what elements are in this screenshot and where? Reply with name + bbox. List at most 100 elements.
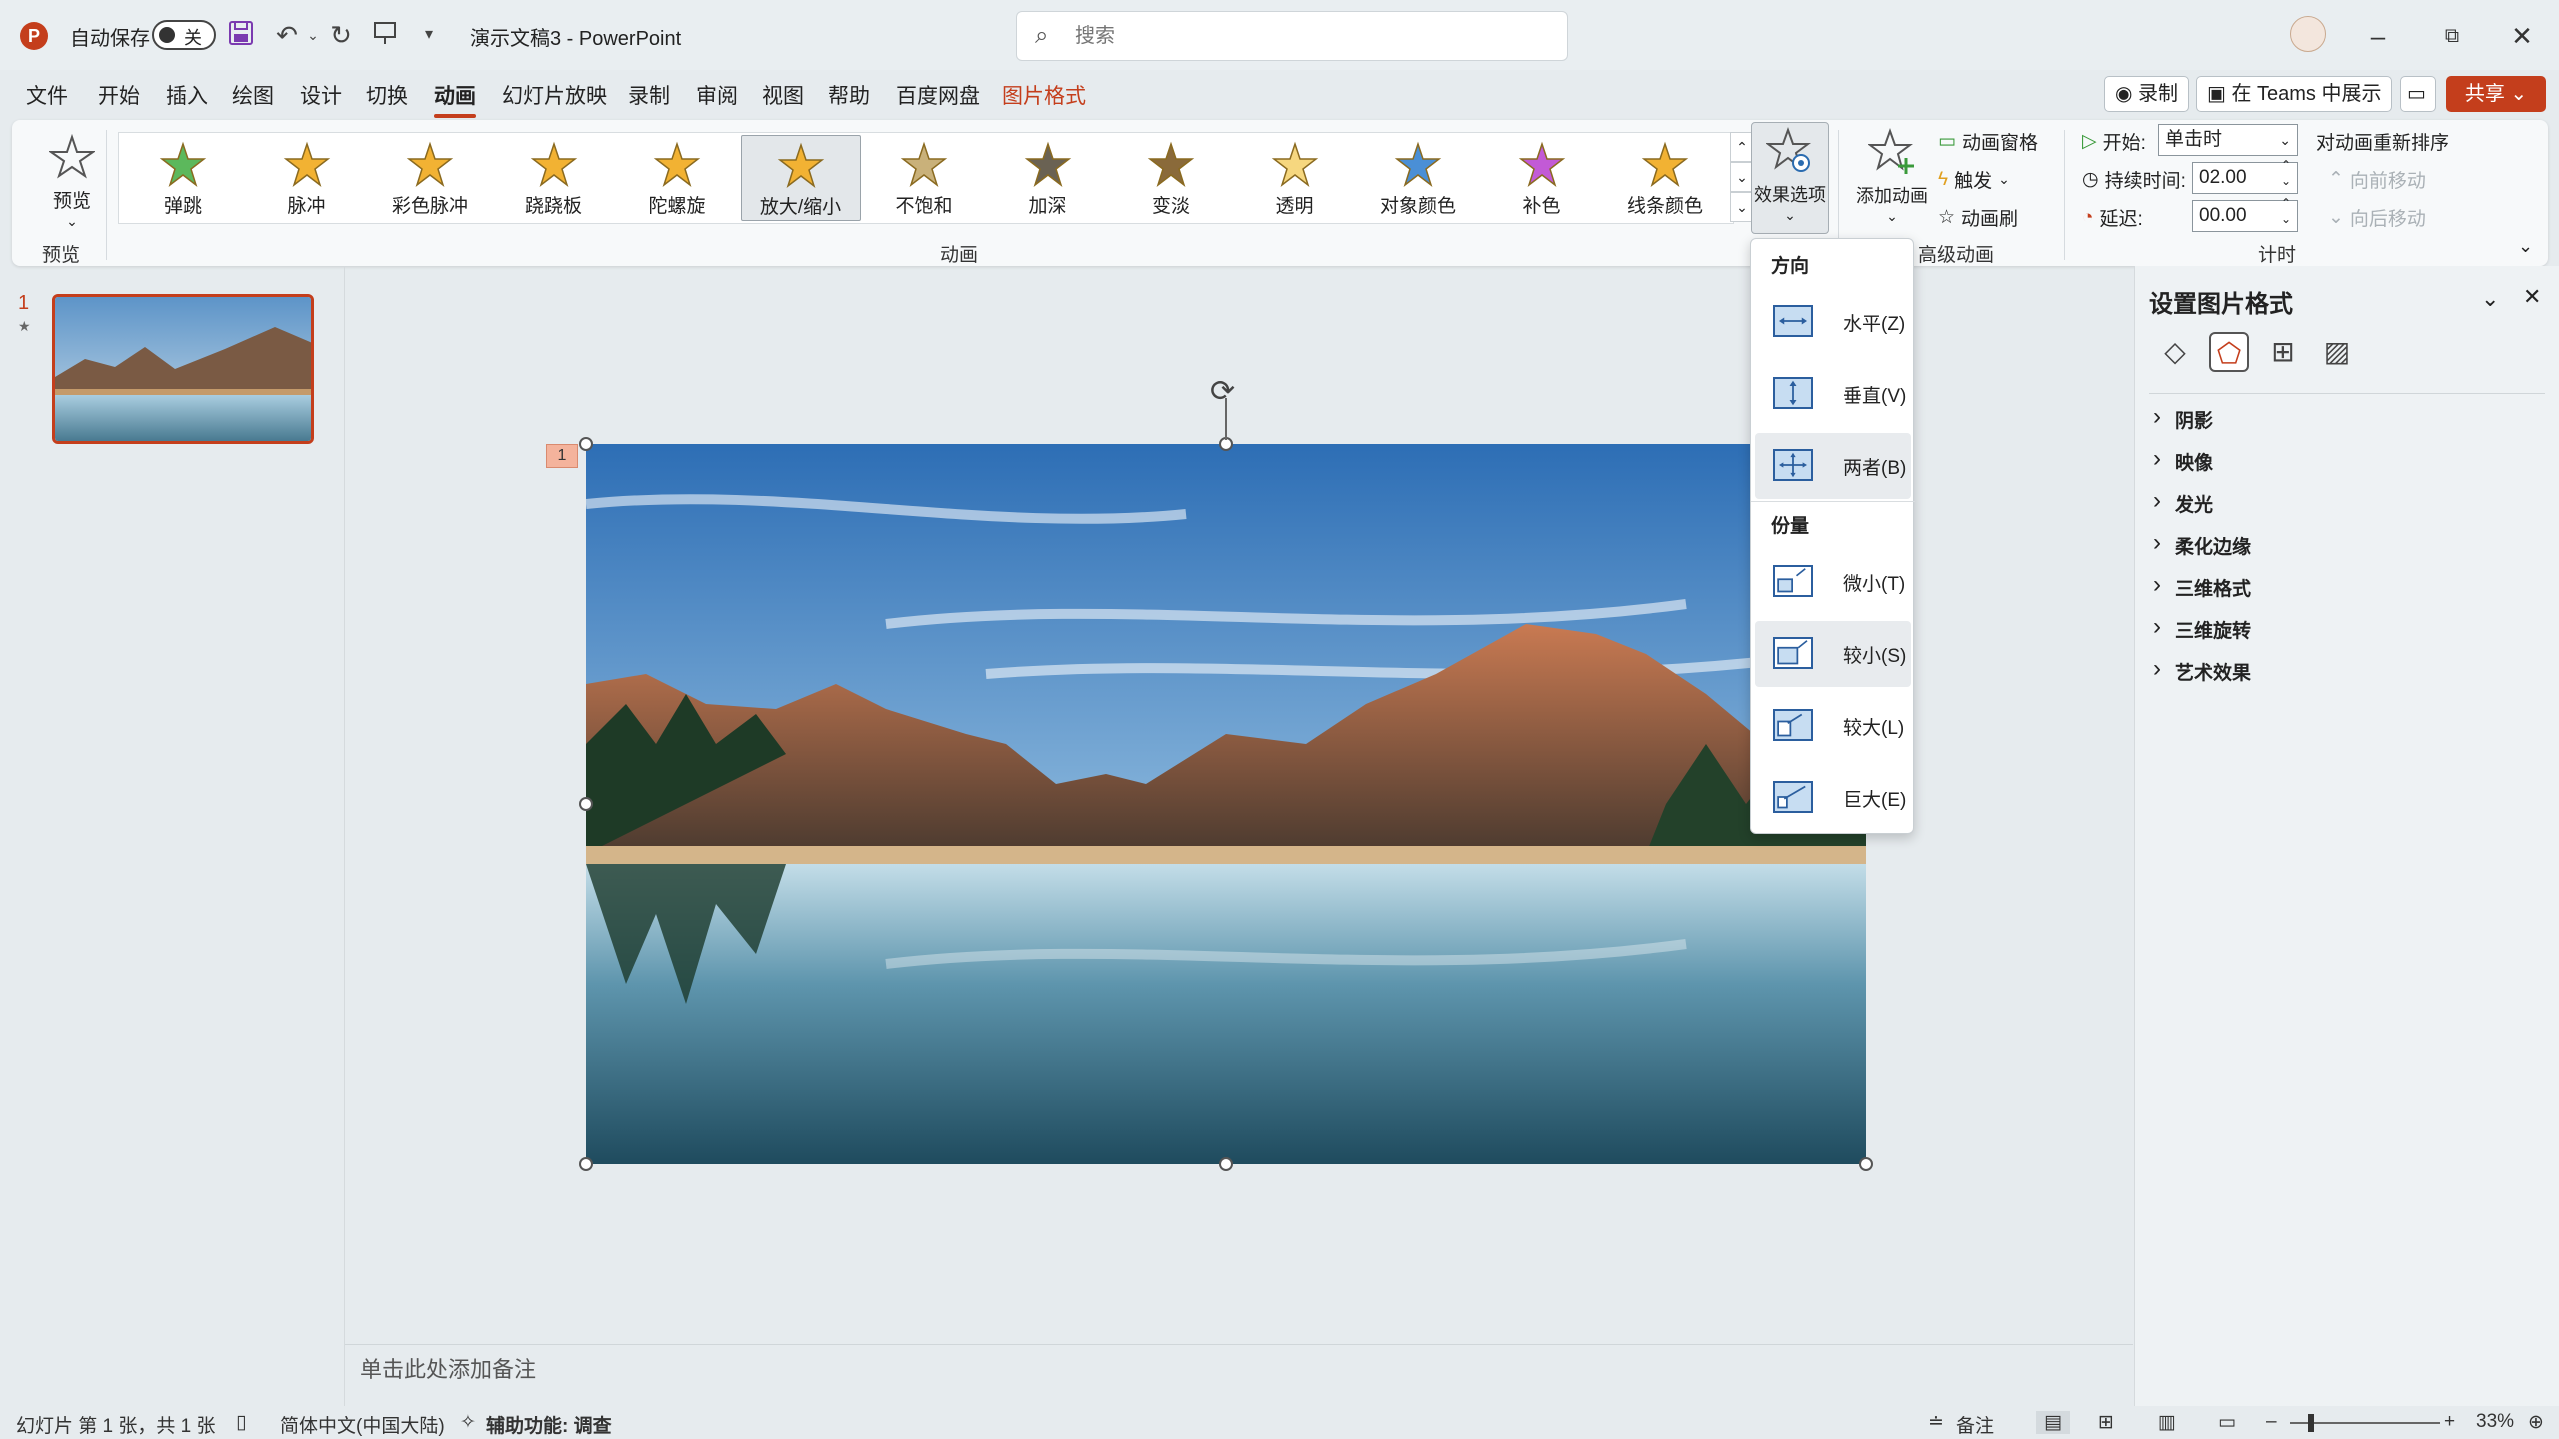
notes-placeholder[interactable]: 单击此处添加备注 xyxy=(360,1352,536,1384)
move-earlier-button[interactable]: ⌃ 向前移动 xyxy=(2328,166,2426,193)
customize-toolbar-icon[interactable]: ▾ xyxy=(414,20,444,50)
section-glow[interactable]: 发光 xyxy=(2153,487,2213,517)
animation-item[interactable]: 弹跳 xyxy=(123,135,243,221)
comments-icon[interactable]: ▭ xyxy=(2400,76,2436,112)
amount-smaller[interactable]: 较小(S) xyxy=(1755,621,1911,687)
animation-painter-button[interactable]: ☆ 动画刷 xyxy=(1938,204,2018,231)
tab-draw[interactable]: 绘图 xyxy=(232,80,274,110)
picture-icon[interactable]: ▨ xyxy=(2317,332,2357,372)
slide-picture[interactable] xyxy=(586,444,1866,1164)
tab-design[interactable]: 设计 xyxy=(300,80,342,110)
resize-handle-left[interactable] xyxy=(579,797,593,811)
effect-options-button[interactable]: 效果选项 ⌄ xyxy=(1751,122,1829,234)
zoom-out-icon[interactable]: – xyxy=(2266,1411,2277,1433)
section-soft-edges[interactable]: 柔化边缘 xyxy=(2153,529,2251,559)
redo-icon[interactable]: ↻ xyxy=(326,20,356,50)
direction-vertical[interactable]: 垂直(V) xyxy=(1755,361,1911,427)
tab-home[interactable]: 开始 xyxy=(98,80,140,110)
tab-animations[interactable]: 动画 xyxy=(434,80,476,118)
animation-order-badge[interactable]: 1 xyxy=(546,444,578,468)
zoom-slider-thumb[interactable] xyxy=(2308,1414,2314,1432)
preview-dropdown-icon[interactable]: ⌄ xyxy=(22,213,122,230)
tab-file[interactable]: 文件 xyxy=(26,80,68,110)
avatar[interactable] xyxy=(2290,16,2326,52)
language-indicator[interactable]: 简体中文(中国大陆) xyxy=(280,1411,445,1438)
animation-item[interactable]: 补色 xyxy=(1482,135,1602,221)
trigger-button[interactable]: ϟ 触发 ⌄ xyxy=(1938,166,2010,193)
section-3d-format[interactable]: 三维格式 xyxy=(2153,571,2251,601)
save-icon[interactable] xyxy=(226,20,256,50)
collapse-ribbon-icon[interactable]: ⌄ xyxy=(2518,236,2533,257)
slideshow-view-icon[interactable]: ▭ xyxy=(2218,1411,2236,1434)
tab-help[interactable]: 帮助 xyxy=(828,80,870,110)
restore-icon[interactable]: ⧉ xyxy=(2432,18,2472,54)
direction-both[interactable]: 两者(B) xyxy=(1755,433,1911,499)
animation-item[interactable]: 对象颜色 xyxy=(1358,135,1478,221)
spellcheck-icon[interactable]: ▯ xyxy=(236,1411,246,1434)
tab-transitions[interactable]: 切换 xyxy=(366,80,408,110)
zoom-level[interactable]: 33% xyxy=(2476,1411,2514,1433)
resize-handle-top-left[interactable] xyxy=(579,437,593,451)
zoom-in-icon[interactable]: + xyxy=(2444,1411,2455,1433)
search-input[interactable] xyxy=(1075,22,1535,50)
autosave-toggle[interactable]: 关 xyxy=(152,20,216,50)
resize-handle-bottom[interactable] xyxy=(1219,1157,1233,1171)
tab-picture-format[interactable]: 图片格式 xyxy=(1002,80,1086,110)
accessibility-status[interactable]: 辅助功能: 调查 xyxy=(486,1411,612,1438)
start-select[interactable]: 单击时 ⌄ xyxy=(2158,124,2298,156)
amount-tiny[interactable]: 微小(T) xyxy=(1755,549,1911,615)
animation-item[interactable]: 跷跷板 xyxy=(494,135,614,221)
size-properties-icon[interactable]: ⊞ xyxy=(2263,332,2303,372)
section-reflection[interactable]: 映像 xyxy=(2153,445,2213,475)
resize-handle-bottom-right[interactable] xyxy=(1859,1157,1873,1171)
slide-thumbnail[interactable] xyxy=(52,294,314,444)
animation-item[interactable]: 放大/缩小 xyxy=(740,135,861,221)
animation-item[interactable]: 陀螺旋 xyxy=(617,135,737,221)
tab-slideshow[interactable]: 幻灯片放映 xyxy=(502,80,607,110)
move-later-button[interactable]: ⌄ 向后移动 xyxy=(2328,204,2426,231)
present-in-teams-button[interactable]: ▣ 在 Teams 中展示 xyxy=(2196,76,2393,112)
animation-item[interactable]: 变淡 xyxy=(1111,135,1231,221)
resize-handle-bottom-left[interactable] xyxy=(579,1157,593,1171)
record-button[interactable]: ◉ 录制 xyxy=(2104,76,2190,112)
tab-view[interactable]: 视图 xyxy=(762,80,804,110)
close-pane-icon[interactable]: ✕ xyxy=(2523,284,2541,310)
animation-item[interactable]: 不饱和 xyxy=(864,135,984,221)
duration-spin-icon[interactable]: ⌃ ⌄ xyxy=(2281,157,2291,189)
amount-larger[interactable]: 较大(L) xyxy=(1755,693,1911,759)
section-artistic-effects[interactable]: 艺术效果 xyxy=(2153,655,2251,685)
section-3d-rotation[interactable]: 三维旋转 xyxy=(2153,613,2251,643)
normal-view-icon[interactable]: ▤ xyxy=(2036,1411,2070,1434)
delay-spinner[interactable]: 00.00 ⌃ ⌄ xyxy=(2192,196,2298,232)
present-from-start-icon[interactable] xyxy=(370,20,400,50)
animation-item[interactable]: 透明 xyxy=(1235,135,1355,221)
pane-options-chevron-icon[interactable]: ⌄ xyxy=(2481,286,2499,312)
rotate-handle-icon[interactable]: ⟳ xyxy=(1210,374,1235,409)
animation-item[interactable]: 彩色脉冲 xyxy=(370,135,490,221)
duration-spinner[interactable]: 02.00 ⌃ ⌄ xyxy=(2192,158,2298,194)
tab-record[interactable]: 录制 xyxy=(628,80,670,110)
search-box[interactable]: ⌕ xyxy=(1016,11,1568,61)
slide-sorter-icon[interactable]: ⊞ xyxy=(2098,1411,2114,1434)
section-shadow[interactable]: 阴影 xyxy=(2153,403,2213,433)
effects-pentagon-icon[interactable]: ⬠ xyxy=(2209,332,2249,372)
animation-item[interactable]: 加深 xyxy=(988,135,1108,221)
tab-insert[interactable]: 插入 xyxy=(166,80,208,110)
tab-baidu-netdisk[interactable]: 百度网盘 xyxy=(896,80,980,110)
notes-toggle[interactable]: 备注 xyxy=(1956,1411,1994,1438)
animation-pane-button[interactable]: ▭ 动画窗格 xyxy=(1938,128,2038,155)
minimize-icon[interactable]: – xyxy=(2358,18,2398,54)
animation-item[interactable]: 线条颜色 xyxy=(1605,135,1725,221)
add-animation-button[interactable]: 添加动画 ⌄ xyxy=(1852,124,1932,234)
fill-line-icon[interactable]: ◇ xyxy=(2155,332,2195,372)
direction-horizontal[interactable]: 水平(Z) xyxy=(1755,289,1911,355)
preview-button[interactable]: 预览 ⌄ xyxy=(22,126,122,236)
tab-review[interactable]: 审阅 xyxy=(696,80,738,110)
amount-huge[interactable]: 巨大(E) xyxy=(1755,765,1911,831)
close-icon[interactable]: ✕ xyxy=(2502,18,2542,54)
fit-to-window-icon[interactable]: ⊕ xyxy=(2528,1411,2544,1434)
undo-dropdown-icon[interactable]: ⌄ xyxy=(298,20,328,50)
animation-item[interactable]: 脉冲 xyxy=(247,135,367,221)
delay-spin-icon[interactable]: ⌃ ⌄ xyxy=(2281,195,2291,227)
share-button[interactable]: 共享 ⌄ xyxy=(2446,76,2546,112)
